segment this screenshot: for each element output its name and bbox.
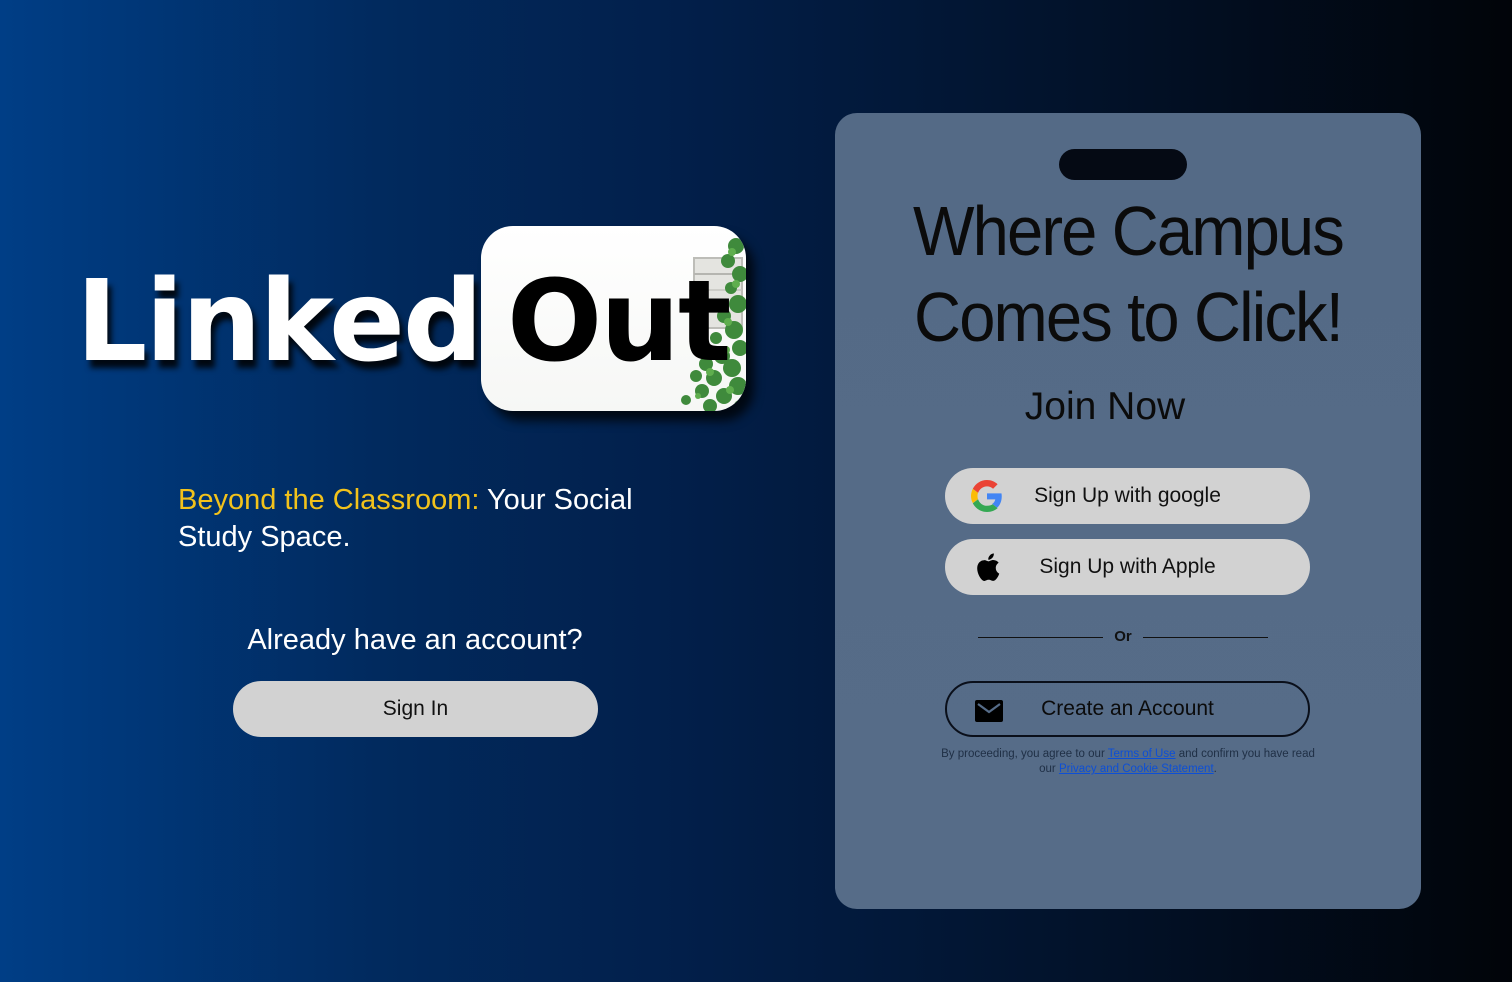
legal-prefix: By proceeding, you agree to our [941, 748, 1108, 760]
sign-up-google-button[interactable]: Sign Up with google [945, 468, 1310, 524]
sign-in-button[interactable]: Sign In [233, 681, 598, 737]
signup-card: Where Campus Comes to Click! Join Now Si… [835, 113, 1421, 909]
create-account-label: Create an Account [1041, 697, 1214, 720]
sign-up-apple-button[interactable]: Sign Up with Apple [945, 539, 1310, 595]
linkedout-logo: Linked Out [76, 226, 748, 416]
google-icon [971, 480, 1003, 512]
tagline-accent: Beyond the Classroom: [178, 484, 480, 516]
tagline: Beyond the Classroom: Your Social Study … [178, 482, 698, 556]
apple-button-label: Sign Up with Apple [1039, 555, 1216, 578]
card-notch [1059, 149, 1187, 180]
divider-line-right [1143, 637, 1268, 638]
sign-in-label: Sign In [382, 697, 449, 720]
logo-text-out: Out [507, 257, 731, 387]
mail-icon [973, 695, 1005, 727]
logo-text-linked: Linked [76, 257, 483, 387]
logo-out-box: Out [481, 226, 746, 411]
legal-notice: By proceeding, you agree to our Terms of… [935, 747, 1321, 777]
already-have-account-text: Already have an account? [247, 624, 583, 656]
join-now-title: Join Now [1024, 385, 1186, 428]
google-button-label: Sign Up with google [1034, 484, 1221, 507]
legal-suffix: . [1213, 763, 1217, 775]
apple-icon [971, 551, 1003, 583]
card-headline: Where Campus Comes to Click! [913, 192, 1345, 356]
or-divider: Or [978, 628, 1268, 648]
create-account-button[interactable]: Create an Account [945, 681, 1310, 737]
terms-of-use-link[interactable]: Terms of Use [1108, 748, 1176, 760]
privacy-statement-link[interactable]: Privacy and Cookie Statement [1059, 763, 1214, 775]
